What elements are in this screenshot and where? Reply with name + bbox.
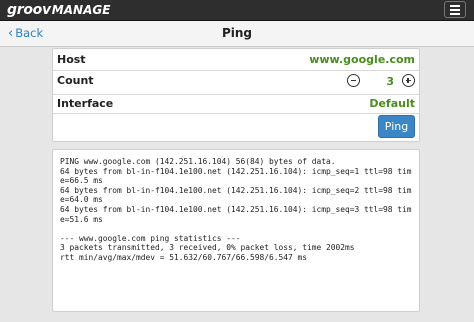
count-row: Count 3 [53, 70, 419, 95]
ping-output-panel: PING www.google.com (142.251.16.104) 56(… [52, 149, 420, 312]
page-title: Ping [221, 26, 253, 40]
logo-text-manage: MANAGE [51, 3, 111, 17]
logo-text-groov: groov [7, 2, 51, 18]
host-value[interactable]: www.google.com [309, 53, 415, 66]
ping-form-card: Host www.google.com Count 3 Interface De… [52, 48, 420, 142]
count-label: Count [57, 74, 94, 87]
output-line: 64 bytes from bl-in-f104.1e100.net (142.… [60, 204, 412, 224]
interface-label: Interface [57, 97, 114, 110]
hamburger-menu-button[interactable] [444, 1, 466, 18]
hamburger-icon [450, 5, 460, 7]
minus-icon [350, 79, 356, 81]
output-line: 3 packets transmitted, 3 received, 0% pa… [60, 243, 355, 253]
output-line: 64 bytes from bl-in-f104.1e100.net (142.… [60, 166, 412, 186]
output-line: 64 bytes from bl-in-f104.1e100.net (142.… [60, 185, 412, 205]
interface-row[interactable]: Interface Default [53, 94, 419, 114]
count-value[interactable]: 3 [386, 75, 394, 88]
navigation-bar: ‹ Back Ping [0, 21, 474, 47]
output-line: --- www.google.com ping statistics --- [60, 233, 241, 243]
output-line: rtt min/avg/max/mdev = 51.632/60.767/66.… [60, 252, 308, 262]
app-logo: groovMANAGE [7, 2, 110, 18]
host-row[interactable]: Host www.google.com [53, 49, 419, 71]
decrement-button[interactable] [347, 74, 360, 87]
output-line: PING www.google.com (142.251.16.104) 56(… [60, 157, 336, 166]
increment-button[interactable] [402, 74, 415, 87]
top-bar: groovMANAGE [0, 0, 474, 21]
host-label: Host [57, 53, 86, 66]
ping-button[interactable]: Ping [378, 115, 415, 138]
interface-value[interactable]: Default [369, 97, 415, 110]
